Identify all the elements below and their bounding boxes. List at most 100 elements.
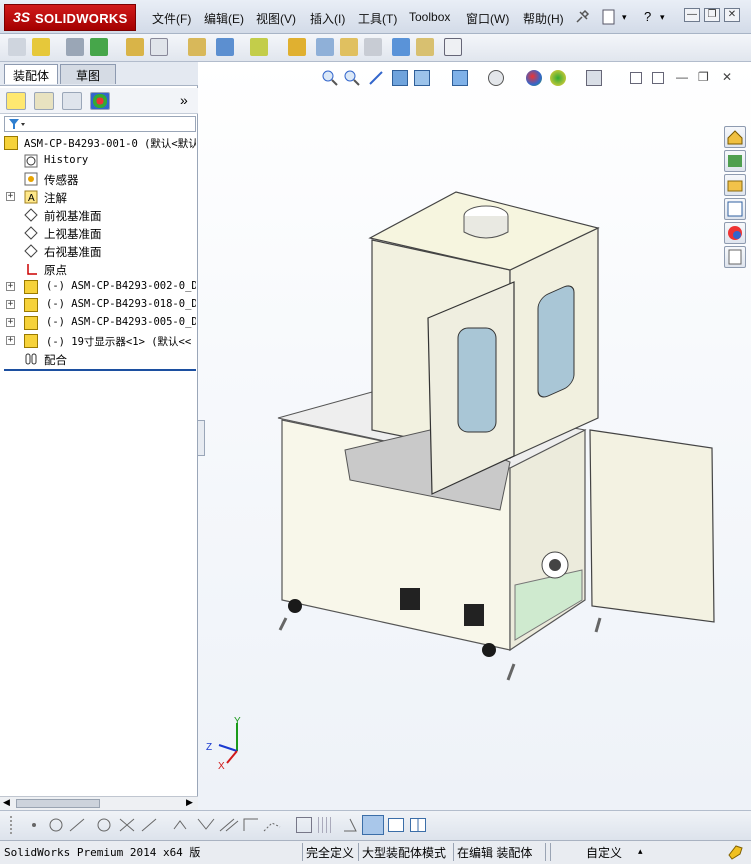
paperclip-mate-icon[interactable] [66, 38, 84, 56]
design-library-icon[interactable] [724, 150, 746, 172]
insert-component-icon[interactable] [32, 38, 50, 56]
menu-view[interactable]: 视图(V) [256, 10, 296, 27]
angle-icon[interactable] [342, 817, 358, 833]
smart-fasteners-icon[interactable] [126, 38, 144, 56]
configuration-manager-icon[interactable] [62, 92, 82, 110]
scroll-right-arrow[interactable]: ▶ [186, 797, 193, 808]
snapshot-icon[interactable] [444, 38, 462, 56]
toolbar-grip[interactable] [10, 816, 14, 834]
reference-geometry-icon[interactable] [250, 38, 268, 56]
tree-item-history[interactable]: History [0, 152, 196, 170]
new-document-icon[interactable] [600, 8, 618, 26]
view-orientation-icon[interactable] [452, 70, 468, 86]
zoom-area-icon[interactable] [344, 70, 360, 86]
new-motion-study-icon[interactable] [288, 38, 306, 56]
tree-root-assembly[interactable]: ASM-CP-B4293-001-0 (默认<默认 [0, 134, 196, 152]
pin-icon[interactable] [573, 8, 591, 26]
menu-insert[interactable]: 插入(I) [310, 10, 345, 27]
menu-window[interactable]: 窗口(W) [466, 10, 509, 27]
viewport-split-icon[interactable] [630, 72, 642, 84]
scroll-thumb[interactable] [16, 799, 100, 808]
show-hidden-icon[interactable] [188, 38, 206, 56]
menu-help[interactable]: 帮助(H) [523, 10, 564, 27]
help-icon[interactable]: ? [644, 9, 651, 24]
new-part-icon[interactable] [8, 38, 26, 56]
viewport-single-icon[interactable] [652, 72, 664, 84]
dynamic-annotation-icon[interactable] [414, 70, 430, 86]
view-palette-icon[interactable] [724, 198, 746, 220]
fm-expand-icon[interactable]: » [180, 92, 188, 108]
expand-subassembly-icon[interactable]: + [6, 300, 15, 309]
tree-item-monitor[interactable]: + (-) 19寸显示器<1> (默认<< [0, 332, 196, 350]
tree-item-annotations[interactable]: + A 注解 [0, 188, 196, 206]
view-settings-icon[interactable] [586, 70, 602, 86]
tab-assembly[interactable]: 装配体 [4, 64, 58, 84]
viewport-minimize-icon[interactable]: — [676, 70, 688, 84]
exploded-view-icon[interactable] [340, 38, 358, 56]
menu-tools[interactable]: 工具(T) [358, 10, 397, 27]
tree-item-front-plane[interactable]: 前视基准面 [0, 206, 196, 224]
machine-3d-model[interactable] [270, 185, 720, 685]
restore-button[interactable]: ❐ [704, 8, 720, 22]
close-button[interactable]: ✕ [724, 8, 740, 22]
display-style-icon[interactable] [488, 70, 504, 86]
tree-item-subassembly-005[interactable]: + (-) ASM-CP-B4293-005-0_De [0, 314, 196, 332]
expand-subassembly-icon[interactable]: + [6, 318, 15, 327]
bill-of-materials-icon[interactable] [316, 38, 334, 56]
tree-horizontal-scrollbar[interactable]: ◀ ▶ [0, 796, 198, 810]
assembly-features-icon[interactable] [216, 38, 234, 56]
tree-item-origin[interactable]: 原点 [0, 260, 196, 278]
expand-annotations-icon[interactable]: + [6, 192, 15, 201]
explode-line-icon[interactable] [364, 38, 382, 56]
single-view-icon[interactable] [388, 818, 404, 832]
dimension-icon[interactable] [296, 817, 312, 833]
grid-icon[interactable] [318, 817, 334, 833]
section-view-icon[interactable] [392, 70, 408, 86]
tab-sketch[interactable]: 草图 [60, 64, 116, 84]
scene-icon[interactable] [550, 70, 566, 86]
expand-monitor-icon[interactable]: + [6, 336, 15, 345]
two-view-icon[interactable] [410, 818, 426, 832]
solidworks-resources-icon[interactable] [724, 126, 746, 148]
display-manager-icon[interactable] [90, 92, 110, 110]
solidworks-logo[interactable]: 3S SOLIDWORKS [4, 4, 136, 31]
units-dropdown-arrow[interactable]: ▴ [638, 846, 643, 857]
tree-item-subassembly-002[interactable]: + (-) ASM-CP-B4293-002-0_De [0, 278, 196, 296]
menu-edit[interactable]: 编辑(E) [204, 10, 244, 27]
appearances-icon[interactable] [724, 222, 746, 244]
tree-item-right-plane[interactable]: 右视基准面 [0, 242, 196, 260]
property-manager-icon[interactable] [34, 92, 54, 110]
panel-splitter[interactable] [197, 420, 205, 456]
instant3d-icon[interactable] [416, 38, 434, 56]
help-dropdown-arrow[interactable]: ▾ [660, 12, 665, 23]
new-dropdown-arrow[interactable]: ▾ [622, 12, 627, 23]
tree-filter-field[interactable] [4, 116, 196, 132]
edit-appearance-icon[interactable] [526, 70, 542, 86]
rebuild-tag-icon[interactable] [726, 843, 744, 861]
status-divider [545, 843, 546, 861]
menu-file[interactable]: 文件(F) [152, 10, 191, 27]
menu-toolbox[interactable]: Toolbox [409, 10, 450, 24]
scroll-left-arrow[interactable]: ◀ [3, 797, 10, 808]
tree-item-mates[interactable]: 配合 [0, 350, 196, 368]
previous-view-icon[interactable] [368, 70, 384, 86]
shaded-view-icon[interactable] [362, 815, 384, 835]
zoom-to-fit-icon[interactable] [322, 70, 338, 86]
tree-item-subassembly-018[interactable]: + (-) ASM-CP-B4293-018-0_De [0, 296, 196, 314]
minimize-button[interactable]: — [684, 8, 700, 22]
move-component-icon[interactable] [150, 38, 168, 56]
file-explorer-icon[interactable] [724, 174, 746, 196]
tree-item-sensors[interactable]: 传感器 [0, 170, 196, 188]
viewport-restore-icon[interactable]: ❐ [698, 70, 709, 84]
linear-pattern-icon[interactable] [90, 38, 108, 56]
viewport-close-icon[interactable]: ✕ [722, 70, 732, 84]
status-units-custom[interactable]: 自定义 [586, 844, 622, 861]
expand-subassembly-icon[interactable]: + [6, 282, 15, 291]
offset-icon [141, 818, 157, 832]
rollback-bar[interactable] [4, 369, 196, 371]
interference-detection-icon[interactable] [392, 38, 410, 56]
custom-properties-icon[interactable] [724, 246, 746, 268]
tree-item-top-plane[interactable]: 上视基准面 [0, 224, 196, 242]
status-large-assembly: 大型装配体模式 [362, 846, 447, 860]
feature-tree-icon[interactable] [6, 92, 26, 110]
